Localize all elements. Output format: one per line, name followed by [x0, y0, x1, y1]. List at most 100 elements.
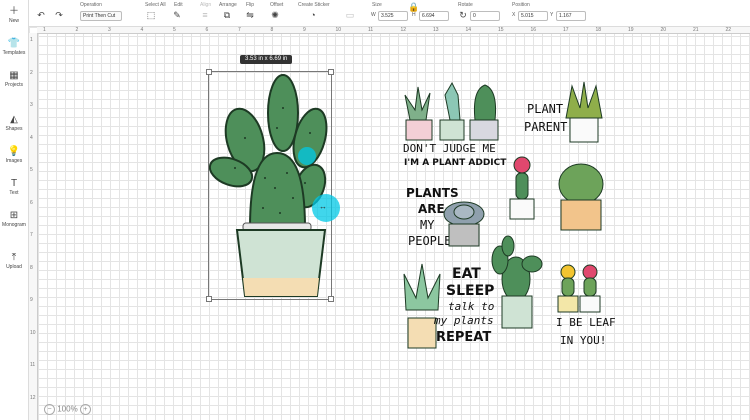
ruler-tick-label: 6 — [30, 199, 33, 206]
ruler-tick-label: 10 — [335, 27, 342, 33]
shirt-icon: 👕 — [7, 38, 21, 49]
sidebar-item-label: Templates — [2, 50, 26, 56]
projects-icon: ▦ — [9, 70, 19, 81]
ruler-tick-label: 12 — [30, 394, 36, 401]
ruler-top: 1234567891011121314151617181920212223 — [37, 27, 750, 34]
y-position-input[interactable]: 1.167 — [556, 11, 586, 21]
rotate-label: Rotate — [458, 2, 473, 8]
sidebar-item-images[interactable]: 💡 Images — [0, 144, 28, 174]
arrange-icon[interactable]: ⧉ — [222, 10, 232, 20]
resize-handle-tr[interactable] — [328, 69, 334, 75]
ruler-tick-label: 4 — [140, 27, 144, 33]
sidebar-item-label: Monogram — [2, 222, 26, 228]
sticker-plant-text: PLANT — [527, 102, 564, 116]
sticker-my: MY — [420, 218, 435, 232]
sidebar-item-shapes[interactable]: ◭ Shapes — [0, 112, 28, 142]
sidebar-item-monogram[interactable]: ⊞ Monogram — [0, 208, 28, 238]
sticker-parent-text: PARENT — [524, 120, 568, 134]
ruler-tick-label: 22 — [725, 27, 732, 33]
zoom-out-button[interactable]: − — [44, 404, 55, 415]
ruler-tick-label: 2 — [75, 27, 79, 33]
sidebar-item-label: Images — [5, 158, 23, 164]
arrange-label: Arrange — [219, 2, 237, 8]
sidebar-item-label: Projects — [4, 82, 24, 88]
resize-handle-bl[interactable] — [206, 296, 212, 302]
sidebar-item-label: New — [8, 18, 19, 24]
lightbulb-icon: 💡 — [7, 146, 21, 157]
ruler-tick-label: 13 — [433, 27, 439, 33]
ruler-tick-label: 10 — [30, 329, 36, 336]
resize-handle-br[interactable] — [328, 296, 334, 302]
zoom-in-button[interactable]: + — [79, 404, 91, 415]
rotate-input[interactable]: 0 — [470, 11, 500, 21]
sidebar-item-text[interactable]: T Text — [0, 176, 28, 206]
ruler-tick-label: 3 — [108, 27, 111, 33]
left-sidebar: ＋ New 👕 Templates ▦ Projects ◭ Shapes 💡 … — [0, 0, 29, 420]
weld-icon: ▭ — [345, 10, 355, 20]
align-label: Align — [200, 2, 212, 8]
sidebar-item-new[interactable]: ＋ New — [0, 4, 28, 34]
flowering-cactus-image — [509, 156, 535, 220]
ruler-tick-label: 18 — [595, 27, 602, 33]
lock-icon[interactable]: 🔒 — [408, 2, 419, 12]
upload-icon: ⤒ — [11, 252, 17, 263]
undo-icon[interactable]: ↶ — [36, 10, 46, 20]
ruler-tick-label: 14 — [465, 27, 472, 33]
edit-pen-icon[interactable]: ✎ — [172, 10, 182, 20]
rotate-icon[interactable]: ↻ — [458, 10, 468, 20]
create-sticker-label: Create Sticker — [298, 2, 330, 8]
ruler-tick-label: 7 — [30, 232, 33, 238]
shapes-icon: ◭ — [10, 114, 18, 125]
sticker-talk-to: talk to — [448, 300, 495, 313]
redo-icon[interactable]: ↷ — [54, 10, 64, 20]
monogram-icon: ⊞ — [9, 210, 19, 221]
edit-label: Edit — [174, 2, 183, 8]
selection-box[interactable] — [206, 69, 334, 302]
ruler-tick-label: 9 — [303, 27, 306, 33]
sticker-repeat: REPEAT — [436, 330, 492, 345]
select-all-icon[interactable]: ⬚ — [146, 10, 156, 20]
width-input[interactable]: 3.525 — [378, 11, 408, 21]
ruler-tick-label: 20 — [660, 27, 667, 33]
offset-icon[interactable]: ✺ — [270, 10, 280, 20]
ruler-tick-label: 9 — [30, 297, 33, 303]
ruler-tick-label: 8 — [30, 264, 33, 271]
ruler-tick-label: 7 — [238, 27, 241, 33]
top-toolbar: ↶ ↷ Operation Print Then Cut Select All … — [0, 0, 750, 27]
sidebar-item-projects[interactable]: ▦ Projects — [0, 68, 28, 98]
ruler-tick-label: 6 — [205, 27, 209, 33]
ruler-tick-label: 12 — [400, 27, 407, 33]
sticker-eat: EAT — [452, 266, 481, 282]
sidebar-item-upload[interactable]: ⤒ Upload — [0, 250, 28, 280]
size-label: Size — [372, 2, 382, 8]
sticker-sleep: SLEEP — [446, 283, 495, 299]
design-canvas[interactable] — [29, 27, 750, 420]
sticker-be-leaf: I BE LEAF — [556, 316, 616, 329]
sticker-plant-addict: I'M A PLANT ADDICT — [404, 158, 507, 168]
sticker-dont-judge: DON'T JUDGE ME — [403, 142, 496, 155]
ruler-tick-label: 1 — [30, 37, 33, 43]
sticker-my-plants: my plants — [434, 314, 494, 327]
operation-select[interactable]: Print Then Cut — [80, 11, 122, 21]
ruler-tick-label: 1 — [43, 27, 46, 33]
offset-label: Offset — [270, 2, 284, 8]
dimension-tooltip: 3.53 in x 6.69 in — [240, 55, 293, 64]
sidebar-item-label: Upload — [6, 264, 22, 270]
sidebar-item-label: Text — [9, 190, 19, 196]
ruler-tick-label: 8 — [270, 27, 274, 33]
resize-handle-tl[interactable] — [206, 69, 212, 75]
zoom-control: − 100% + — [44, 404, 91, 416]
sidebar-item-templates[interactable]: 👕 Templates — [0, 36, 28, 66]
barrel-cactus-image — [558, 163, 604, 231]
sticker-are: ARE — [418, 202, 445, 216]
text-icon: T — [10, 178, 18, 189]
ruler-tick-label: 3 — [30, 102, 33, 108]
ruler-tick-label: 5 — [173, 27, 176, 33]
align-icon[interactable]: ≡ — [200, 10, 210, 20]
x-letter: X — [512, 12, 516, 18]
ruler-tick-label: 11 — [30, 362, 36, 368]
flip-icon[interactable]: ⇋ — [245, 10, 255, 20]
x-position-input[interactable]: 5.015 — [518, 11, 548, 21]
height-input[interactable]: 6.694 — [419, 11, 449, 21]
create-sticker-icon[interactable]: ◔ — [308, 10, 318, 20]
